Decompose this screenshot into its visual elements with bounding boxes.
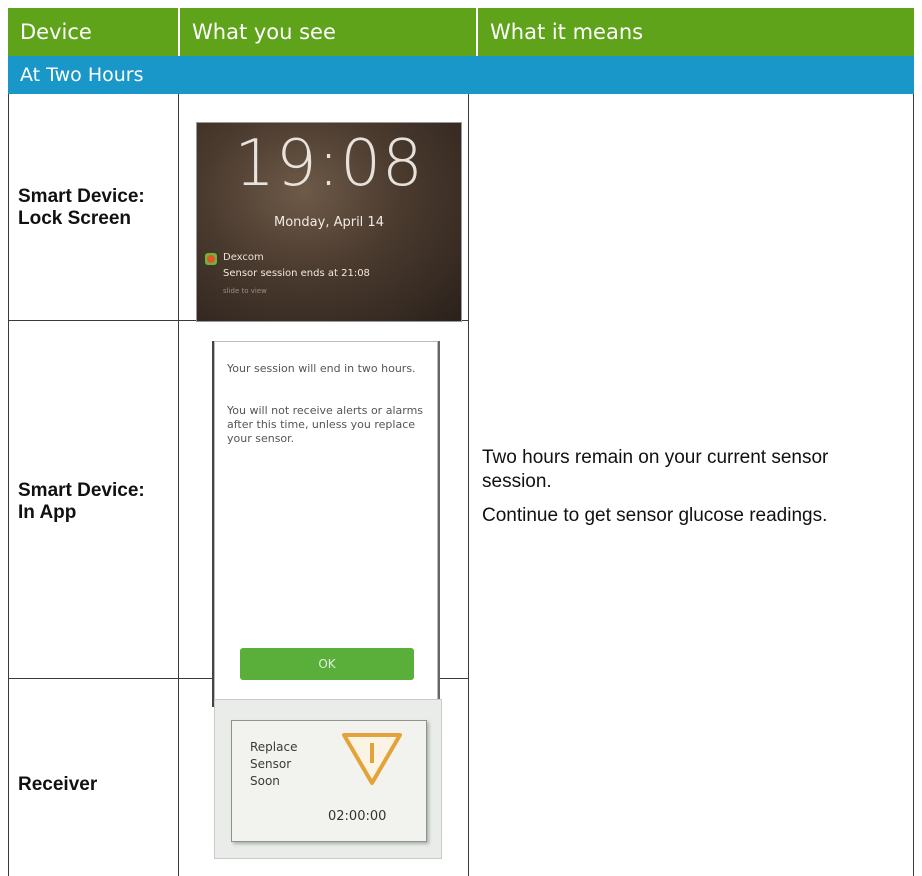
receiver-countdown: 02:00:00	[328, 809, 387, 824]
header-divider	[476, 8, 478, 56]
meaning-cell: Two hours remain on your current sensor …	[482, 446, 902, 538]
receiver-screen-image: Replace Sensor Soon 02:00:00	[214, 699, 442, 859]
header-what-you-see: What you see	[180, 8, 476, 56]
notification-message: Sensor session ends at 21:08	[223, 268, 370, 279]
header-divider	[178, 8, 180, 56]
warning-triangle-icon	[342, 733, 402, 785]
device-label-receiver: Receiver	[18, 774, 98, 795]
ok-button[interactable]: OK	[240, 648, 414, 680]
meaning-line: Continue to get sensor glucose readings.	[482, 505, 828, 526]
device-label-lock-screen: Smart Device: Lock Screen	[18, 186, 145, 229]
in-app-dialog-image: Your session will end in two hours. You …	[214, 341, 438, 707]
lock-screen-time: 19:08	[234, 127, 424, 201]
receiver-alert-text: Replace Sensor Soon	[250, 740, 298, 788]
header-what-it-means: What it means	[478, 8, 914, 56]
slide-hint: slide to view	[223, 287, 267, 295]
table-border-right	[913, 94, 914, 876]
dialog-text-no-alerts: You will not receive alerts or alarms af…	[227, 404, 424, 445]
section-title: At Two Hours	[8, 56, 914, 94]
column-divider	[178, 94, 179, 876]
header-device: Device	[8, 8, 178, 56]
info-table: Device What you see What it means At Two…	[8, 8, 914, 876]
receiver-alert-panel: Replace Sensor Soon 02:00:00	[231, 720, 427, 842]
column-divider	[468, 94, 469, 876]
meaning-line: Two hours remain on your current sensor …	[482, 447, 829, 492]
table-border-left	[8, 94, 9, 876]
notification-app-name: Dexcom	[223, 252, 264, 263]
lock-screen-date: Monday, April 14	[274, 215, 384, 230]
dialog-text-session-end: Your session will end in two hours.	[227, 362, 416, 375]
dexcom-app-icon	[205, 253, 217, 265]
lock-screen-image: 19:08 Monday, April 14 Dexcom Sensor ses…	[196, 122, 462, 322]
device-label-in-app: Smart Device: In App	[18, 480, 145, 523]
